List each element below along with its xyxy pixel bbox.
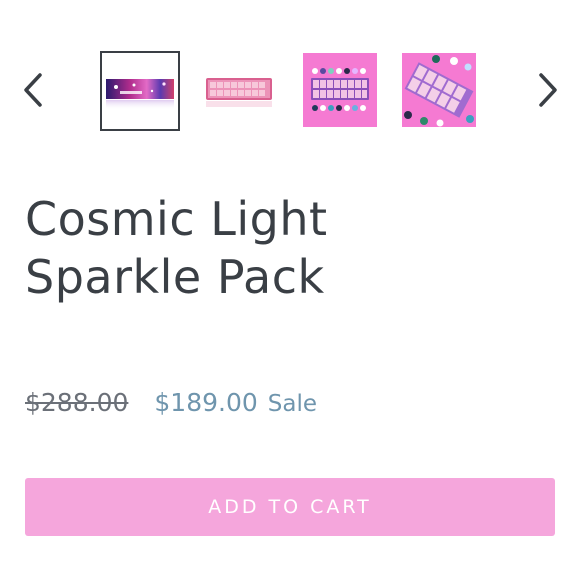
sale-label: Sale (267, 391, 318, 417)
product-title: Cosmic Light Sparkle Pack (25, 190, 545, 306)
compare-at-price: $288.00 (25, 388, 129, 417)
product-title-line-1: Cosmic Light (25, 192, 328, 246)
sale-price: $189.00 (154, 388, 258, 417)
thumbnail-carousel (0, 48, 580, 134)
price-row: $288.00 $189.00 Sale (25, 388, 317, 424)
thumbnail-3[interactable] (303, 53, 377, 127)
pink-palette-thumbnail (202, 53, 276, 127)
carousel-prev-button[interactable] (18, 70, 48, 110)
angled-palette-thumbnail (402, 53, 476, 127)
thumbnail-1[interactable] (100, 51, 180, 131)
chevron-left-icon (24, 73, 42, 107)
thumbnail-2[interactable] (202, 53, 276, 127)
product-page: Cosmic Light Sparkle Pack $288.00 $189.0… (0, 0, 580, 580)
pink-palette-pots-thumbnail (303, 53, 377, 127)
galaxy-sparkle-thumbnail (104, 55, 176, 127)
product-title-line-2: Sparkle Pack (25, 250, 325, 304)
carousel-next-button[interactable] (533, 70, 563, 110)
chevron-right-icon (539, 73, 557, 107)
thumbnail-4[interactable] (402, 53, 476, 127)
add-to-cart-button[interactable]: ADD TO CART (25, 478, 555, 536)
